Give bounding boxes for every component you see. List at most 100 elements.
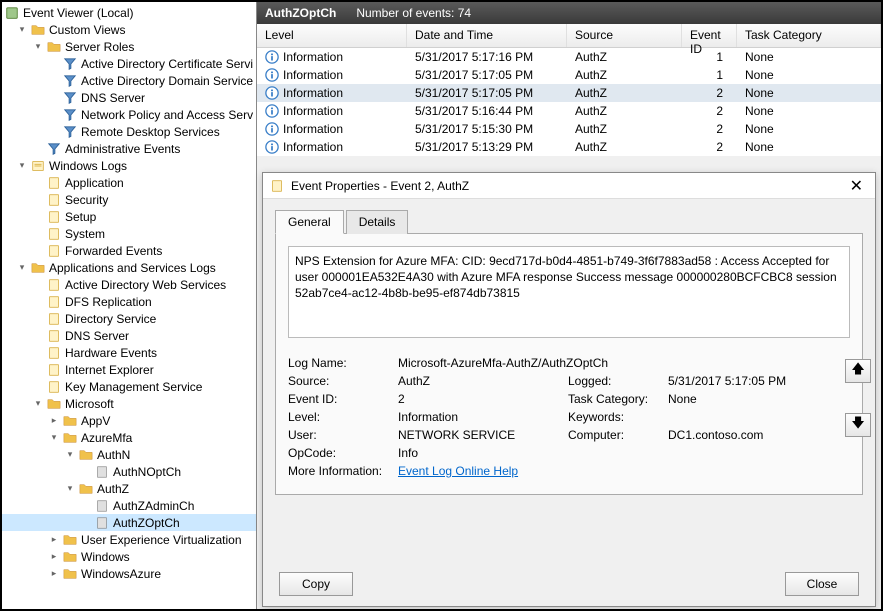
- chevron-down-icon[interactable]: ▾: [16, 262, 28, 274]
- event-description[interactable]: NPS Extension for Azure MFA: CID: 9ecd71…: [288, 246, 850, 338]
- tree-adds[interactable]: Active Directory Domain Service: [2, 72, 256, 89]
- tree-authzadmin[interactable]: AuthZAdminCh: [2, 497, 256, 514]
- logged-value: 5/31/2017 5:17:05 PM: [668, 374, 850, 388]
- info-icon: [265, 68, 279, 82]
- tree-authzopt[interactable]: AuthZOptCh: [2, 514, 256, 531]
- col-date[interactable]: Date and Time: [407, 24, 567, 47]
- tree-uev[interactable]: ▸User Experience Virtualization: [2, 531, 256, 548]
- tree-ie[interactable]: Internet Explorer: [2, 361, 256, 378]
- tree-forwarded[interactable]: Forwarded Events: [2, 242, 256, 259]
- tree-hwevents[interactable]: Hardware Events: [2, 344, 256, 361]
- close-button[interactable]: ✕: [844, 176, 869, 196]
- moreinfo-label: More Information:: [288, 464, 398, 478]
- tree-azuremfa[interactable]: ▾AzureMfa: [2, 429, 256, 446]
- tree-custom-views[interactable]: ▾ Custom Views: [2, 21, 256, 38]
- chevron-down-icon[interactable]: ▾: [64, 483, 76, 495]
- copy-button[interactable]: Copy: [279, 572, 353, 596]
- tree-setup[interactable]: Setup: [2, 208, 256, 225]
- tree-system[interactable]: System: [2, 225, 256, 242]
- table-row[interactable]: Information5/31/2017 5:17:16 PMAuthZ1Non…: [257, 48, 881, 66]
- chevron-right-icon[interactable]: ▸: [48, 551, 60, 563]
- log-icon: [46, 277, 62, 293]
- tree-apps-services[interactable]: ▾Applications and Services Logs: [2, 259, 256, 276]
- log-icon: [46, 226, 62, 242]
- computer-value: DC1.contoso.com: [668, 428, 850, 442]
- user-label: User:: [288, 428, 398, 442]
- chevron-down-icon[interactable]: ▾: [32, 398, 44, 410]
- filter-icon: [46, 141, 62, 157]
- log-icon: [46, 294, 62, 310]
- table-row[interactable]: Information5/31/2017 5:15:30 PMAuthZ2Non…: [257, 120, 881, 138]
- log-icon: [46, 175, 62, 191]
- tree-authnopt[interactable]: AuthNOptCh: [2, 463, 256, 480]
- prev-event-button[interactable]: 🡅: [845, 359, 871, 383]
- event-table: Level Date and Time Source Event ID Task…: [257, 24, 881, 156]
- close-dialog-button[interactable]: Close: [785, 572, 859, 596]
- info-icon: [265, 122, 279, 136]
- col-source[interactable]: Source: [567, 24, 682, 47]
- tree-dns[interactable]: DNS Server: [2, 89, 256, 106]
- tree-windows[interactable]: ▸Windows: [2, 548, 256, 565]
- col-task[interactable]: Task Category: [737, 24, 881, 47]
- logged-label: Logged:: [568, 374, 668, 388]
- tree-adws[interactable]: Active Directory Web Services: [2, 276, 256, 293]
- tree-adcs[interactable]: Active Directory Certificate Servi: [2, 55, 256, 72]
- table-row[interactable]: Information5/31/2017 5:17:05 PMAuthZ1Non…: [257, 66, 881, 84]
- info-icon: [265, 50, 279, 64]
- folder-icon: [62, 413, 78, 429]
- table-row[interactable]: Information5/31/2017 5:13:29 PMAuthZ2Non…: [257, 138, 881, 156]
- log-icon: [46, 192, 62, 208]
- log-icon: [46, 328, 62, 344]
- table-row[interactable]: Information5/31/2017 5:17:05 PMAuthZ2Non…: [257, 84, 881, 102]
- filter-icon: [62, 107, 78, 123]
- filter-icon: [62, 90, 78, 106]
- tree-dfsr[interactable]: DFS Replication: [2, 293, 256, 310]
- tab-general[interactable]: General: [275, 210, 344, 234]
- folder-icon: [78, 481, 94, 497]
- moreinfo-link[interactable]: Event Log Online Help: [398, 464, 518, 478]
- tree-admin-events[interactable]: Administrative Events: [2, 140, 256, 157]
- tree-application[interactable]: Application: [2, 174, 256, 191]
- tree-root-label: Event Viewer (Local): [23, 6, 134, 20]
- tree-appv[interactable]: ▸AppV: [2, 412, 256, 429]
- next-event-button[interactable]: 🡇: [845, 413, 871, 437]
- chevron-down-icon[interactable]: ▾: [48, 432, 60, 444]
- folder-icon: [30, 260, 46, 276]
- tree-authn[interactable]: ▾AuthN: [2, 446, 256, 463]
- tabs: General Details: [275, 209, 863, 234]
- tree-winazure[interactable]: ▸WindowsAzure: [2, 565, 256, 582]
- chevron-right-icon[interactable]: ▸: [48, 568, 60, 580]
- info-icon: [265, 104, 279, 118]
- chevron-down-icon[interactable]: ▾: [16, 24, 28, 36]
- tree-root[interactable]: Event Viewer (Local): [2, 4, 256, 21]
- folder-icon: [62, 430, 78, 446]
- tree-authz[interactable]: ▾AuthZ: [2, 480, 256, 497]
- tree-kms[interactable]: Key Management Service: [2, 378, 256, 395]
- table-row[interactable]: Information5/31/2017 5:16:44 PMAuthZ2Non…: [257, 102, 881, 120]
- chevron-down-icon[interactable]: ▾: [32, 41, 44, 53]
- log-icon: [46, 311, 62, 327]
- channel-icon: [94, 515, 110, 531]
- chevron-right-icon[interactable]: ▸: [48, 534, 60, 546]
- tree-server-roles[interactable]: ▾ Server Roles: [2, 38, 256, 55]
- tree-dirsvc[interactable]: Directory Service: [2, 310, 256, 327]
- tree-rds[interactable]: Remote Desktop Services: [2, 123, 256, 140]
- chevron-down-icon[interactable]: ▾: [16, 160, 28, 172]
- eventid-value: 2: [398, 392, 568, 406]
- eventviewer-icon: [4, 5, 20, 21]
- logname-value: Microsoft-AzureMfa-AuthZ/AuthZOptCh: [398, 356, 608, 370]
- tree-security[interactable]: Security: [2, 191, 256, 208]
- tree-panel: Event Viewer (Local) ▾ Custom Views ▾ Se…: [2, 2, 257, 609]
- tab-details[interactable]: Details: [346, 210, 409, 234]
- col-level[interactable]: Level: [257, 24, 407, 47]
- tree-dnssvr[interactable]: DNS Server: [2, 327, 256, 344]
- tree-windows-logs[interactable]: ▾Windows Logs: [2, 157, 256, 174]
- channel-icon: [94, 464, 110, 480]
- level-value: Information: [398, 410, 568, 424]
- level-label: Level:: [288, 410, 398, 424]
- tree-microsoft[interactable]: ▾Microsoft: [2, 395, 256, 412]
- tree-nps[interactable]: Network Policy and Access Serv: [2, 106, 256, 123]
- chevron-down-icon[interactable]: ▾: [64, 449, 76, 461]
- chevron-right-icon[interactable]: ▸: [48, 415, 60, 427]
- col-eventid[interactable]: Event ID: [682, 24, 737, 47]
